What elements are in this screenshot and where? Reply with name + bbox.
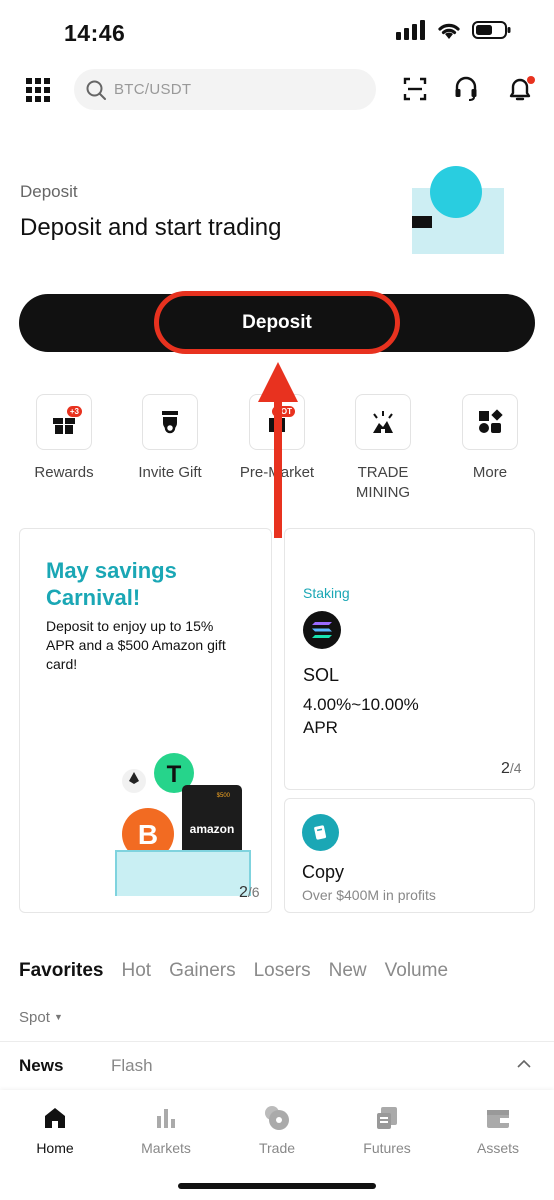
home-icon [45, 1108, 65, 1128]
deposit-subtitle: Deposit [20, 182, 78, 201]
wallet-icon [487, 1110, 509, 1128]
search-input[interactable]: BTC/USDT [74, 69, 376, 110]
customer-support-icon[interactable] [454, 76, 478, 102]
promo-description: Deposit to enjoy up to 15% APR and a $50… [46, 618, 226, 672]
scan-icon[interactable] [403, 77, 427, 101]
staking-tag: Staking [303, 585, 350, 601]
promo-crypto-illustration: T $500 amazon B [115, 753, 251, 896]
status-bar: 14:46 [0, 0, 554, 62]
deposit-button-label: Deposit [242, 312, 312, 333]
spot-filter-dropdown[interactable]: Spot ▼ [19, 1009, 63, 1026]
tab-favorites[interactable]: Favorites [19, 960, 103, 982]
nav-assets[interactable]: Assets [453, 1104, 543, 1156]
caret-down-icon: ▼ [54, 1012, 63, 1022]
home-indicator [178, 1183, 376, 1189]
quick-action-more[interactable]: More [445, 394, 535, 483]
quick-action-invite-gift[interactable]: Invite Gift [125, 394, 215, 483]
solana-icon [303, 611, 341, 649]
svg-text:B: B [138, 819, 158, 850]
tab-news[interactable]: News [19, 1056, 63, 1076]
quick-action-icon-box [142, 394, 198, 450]
nav-label: Markets [141, 1140, 191, 1156]
quick-action-label: More [472, 464, 508, 481]
rewards-badge: +3 [66, 406, 82, 417]
notification-bell-icon[interactable] [506, 74, 536, 104]
quick-action-label: Pre-Market [239, 464, 315, 481]
trade-icon [265, 1106, 289, 1130]
more-grid-icon [479, 409, 503, 433]
quick-action-pre-market[interactable]: HOT Pre-Market [232, 394, 322, 483]
nav-label: Trade [258, 1140, 296, 1156]
deposit-title: Deposit and start trading [20, 214, 282, 241]
battery-icon [472, 21, 511, 39]
staking-card[interactable]: Staking SOL 4.00%~10.00% APR 2/4 [284, 528, 535, 790]
deposit-illustration [412, 166, 504, 254]
deposit-banner: Deposit Deposit and start trading [0, 166, 554, 280]
staking-apr-label: APR [303, 718, 338, 737]
market-tabs: Favorites Hot Gainers Losers New Volume [19, 960, 539, 982]
deposit-button[interactable]: Deposit [19, 294, 535, 352]
top-bar: BTC/USDT [0, 68, 554, 112]
cellular-signal-icon [396, 20, 425, 40]
nav-label: Futures [363, 1140, 411, 1156]
staking-page-current: 2 [501, 760, 510, 777]
search-placeholder: BTC/USDT [114, 81, 192, 98]
nav-markets[interactable]: Markets [121, 1104, 211, 1156]
invite-gift-icon [162, 411, 178, 434]
nav-home[interactable]: Home [10, 1104, 100, 1156]
promo-page-total: /6 [247, 884, 260, 900]
promo-carousel-card[interactable]: May savings Carnival! Deposit to enjoy u… [19, 528, 272, 913]
quick-action-label: Invite Gift [138, 464, 202, 481]
status-time: 14:46 [64, 20, 126, 46]
apps-grid-icon[interactable] [26, 78, 50, 102]
quick-action-label: TRADE MINING [355, 464, 411, 501]
wifi-icon [438, 23, 460, 39]
quick-action-rewards[interactable]: +3 Rewards [19, 394, 109, 483]
quick-action-label: Rewards [34, 464, 94, 481]
futures-icon [377, 1107, 397, 1129]
markets-icon [157, 1109, 175, 1128]
trade-mining-icon [373, 411, 393, 433]
chevron-up-icon[interactable] [516, 1058, 532, 1070]
tab-hot[interactable]: Hot [121, 960, 151, 982]
staking-coin-name: SOL [303, 665, 340, 685]
promo-title: May savings Carnival! [46, 557, 177, 611]
nav-label: Assets [476, 1140, 519, 1156]
staking-page-total: /4 [509, 760, 522, 776]
tab-flash[interactable]: Flash [111, 1056, 153, 1076]
pre-market-badge: HOT [272, 406, 295, 417]
gift-card-brand: amazon [190, 822, 235, 836]
copy-trading-icon [302, 814, 339, 851]
nav-futures[interactable]: Futures [342, 1104, 432, 1156]
svg-text:T: T [167, 761, 182, 788]
tab-volume[interactable]: Volume [385, 960, 448, 982]
tab-losers[interactable]: Losers [254, 960, 311, 982]
staking-pager: 2/4 [501, 760, 522, 778]
gift-card-value: $500 [217, 793, 231, 799]
search-icon [86, 80, 106, 100]
quick-action-trade-mining[interactable]: TRADE MINING [338, 394, 428, 503]
staking-apr: 4.00%~10.00% APR [303, 693, 419, 739]
promo-pager: 2/6 [239, 884, 260, 902]
promo-title-line1: May savings [46, 558, 177, 583]
news-bar: News Flash [0, 1041, 554, 1089]
tab-new[interactable]: New [329, 960, 367, 982]
quick-action-icon-box: +3 [36, 394, 92, 450]
quick-action-icon-box [462, 394, 518, 450]
promo-page-current: 2 [239, 884, 248, 901]
promo-title-line2: Carnival! [46, 585, 141, 610]
tab-gainers[interactable]: Gainers [169, 960, 236, 982]
copy-title: Copy [302, 862, 345, 882]
quick-action-icon-box: HOT [249, 394, 305, 450]
quick-actions: +3 Rewards Invite Gift HOT Pre-Market TR… [0, 394, 554, 504]
copy-subtitle: Over $400M in profits [302, 887, 436, 903]
nav-trade[interactable]: Trade [232, 1104, 322, 1156]
quick-action-icon-box [355, 394, 411, 450]
status-icons [396, 20, 512, 40]
nav-label: Home [36, 1140, 74, 1156]
copy-trading-card[interactable]: Copy Over $400M in profits [284, 798, 535, 913]
staking-apr-range: 4.00%~10.00% [303, 695, 419, 714]
spot-filter-label: Spot [19, 1009, 50, 1026]
